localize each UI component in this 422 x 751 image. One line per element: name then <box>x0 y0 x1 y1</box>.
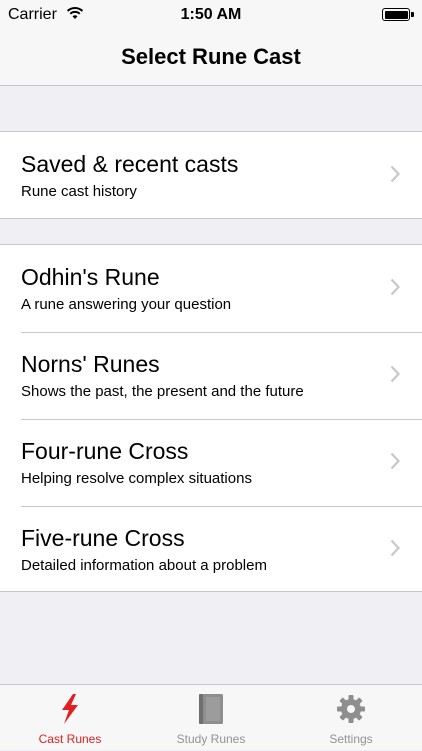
chevron-right-icon <box>390 452 400 470</box>
tab-label: Settings <box>329 732 373 746</box>
book-icon <box>199 694 223 724</box>
tab-label: Cast Runes <box>38 732 102 746</box>
cell-subtitle: Shows the past, the present and the futu… <box>21 383 304 400</box>
cell-title: Four-rune Cross <box>21 438 189 464</box>
page-title: Select Rune Cast <box>121 44 301 69</box>
chevron-right-icon <box>390 365 400 383</box>
cell-subtitle: A rune answering your question <box>21 296 232 313</box>
gear-icon <box>337 695 365 723</box>
cell-subtitle: Rune cast history <box>21 183 137 200</box>
tab-settings[interactable]: Settings <box>281 685 421 751</box>
cell-subtitle: Detailed information about a problem <box>21 557 267 574</box>
tab-study-runes[interactable]: Study Runes <box>141 685 281 751</box>
tab-bar: Cast Runes Study Runes Settings <box>0 684 422 750</box>
cell-title: Odhin's Rune <box>21 264 160 290</box>
cell-saved-recent-casts[interactable]: Saved & recent casts Rune cast history <box>0 132 422 219</box>
tab-label: Study Runes <box>176 732 246 746</box>
navigation-bar: Select Rune Cast <box>0 30 422 86</box>
cell-title: Five-rune Cross <box>21 525 185 551</box>
cell-five-rune-cross[interactable]: Five-rune Cross Detailed information abo… <box>0 506 422 593</box>
battery-icon <box>382 8 414 21</box>
cell-title: Saved & recent casts <box>21 151 239 177</box>
clock: 1:50 AM <box>180 6 242 23</box>
history-group: Saved & recent casts Rune cast history <box>0 131 422 219</box>
cell-four-rune-cross[interactable]: Four-rune Cross Helping resolve complex … <box>0 419 422 506</box>
chevron-right-icon <box>390 278 400 296</box>
tab-cast-runes[interactable]: Cast Runes <box>0 685 140 751</box>
cell-subtitle: Helping resolve complex situations <box>21 470 252 487</box>
cell-title: Norns' Runes <box>21 351 160 377</box>
cell-odhins-rune[interactable]: Odhin's Rune A rune answering your quest… <box>0 245 422 332</box>
casts-group: Odhin's Rune A rune answering your quest… <box>0 244 422 592</box>
status-bar: Carrier 1:50 AM <box>0 0 422 30</box>
chevron-right-icon <box>390 539 400 557</box>
cell-norns-runes[interactable]: Norns' Runes Shows the past, the present… <box>0 332 422 419</box>
lightning-icon <box>62 694 78 724</box>
chevron-right-icon <box>390 165 400 183</box>
